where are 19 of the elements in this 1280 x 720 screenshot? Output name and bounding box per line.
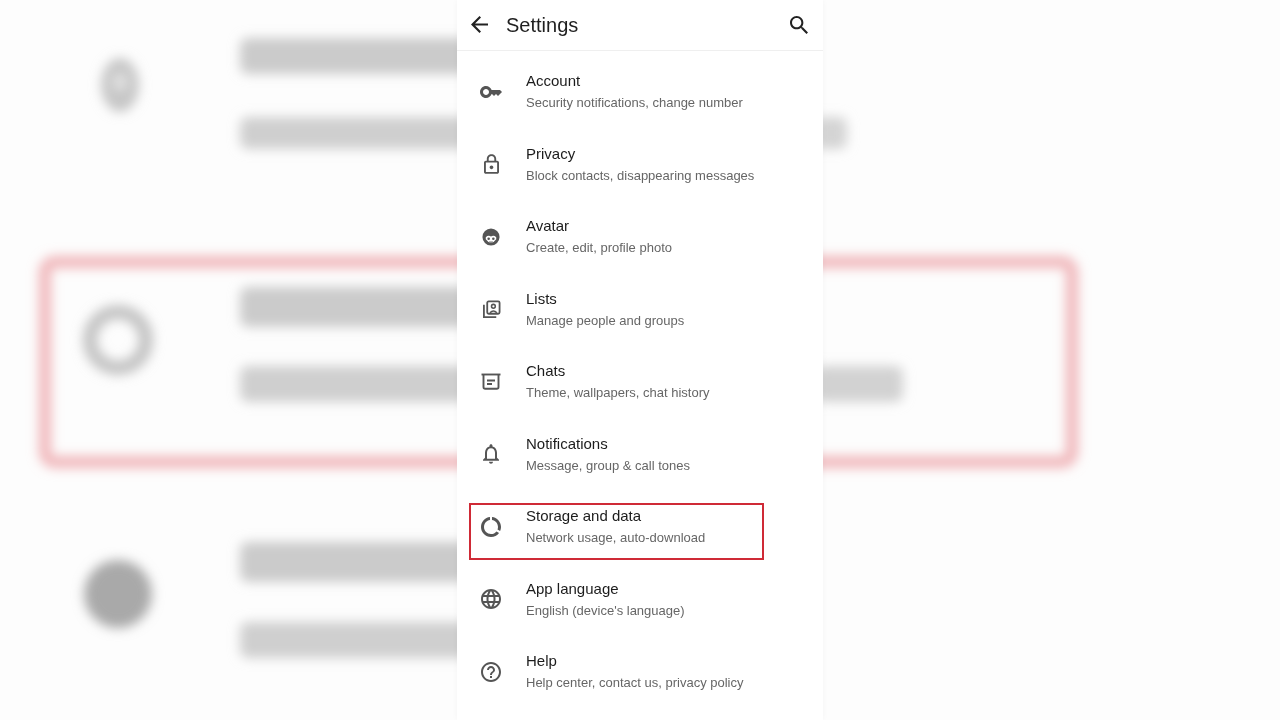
item-title: Help bbox=[526, 651, 558, 671]
item-subtitle: English (device's language) bbox=[526, 601, 685, 620]
item-title: Chats bbox=[526, 361, 567, 381]
item-title: Avatar bbox=[526, 216, 571, 236]
item-title: Notifications bbox=[526, 433, 609, 454]
item-title: Account bbox=[526, 71, 582, 91]
item-title: Storage and data bbox=[526, 506, 643, 526]
item-subtitle: Message, group & call tones bbox=[526, 456, 691, 475]
item-subtitle: Block contacts, disappearing messages bbox=[526, 166, 755, 185]
item-title: Lists bbox=[526, 288, 558, 309]
item-title: App language bbox=[526, 578, 620, 599]
item-title: Privacy bbox=[526, 143, 577, 164]
item-subtitle: Theme, wallpapers, chat history bbox=[526, 384, 710, 402]
item-subtitle: Create, edit, profile photo bbox=[526, 239, 672, 257]
item-subtitle: Help center, contact us, privacy policy bbox=[526, 674, 744, 692]
item-subtitle: Network usage, auto-download bbox=[526, 529, 706, 547]
item-subtitle: Manage people and groups bbox=[526, 311, 685, 330]
screen-title: Settings bbox=[506, 12, 580, 38]
item-subtitle: Security notifications, change number bbox=[526, 94, 743, 112]
